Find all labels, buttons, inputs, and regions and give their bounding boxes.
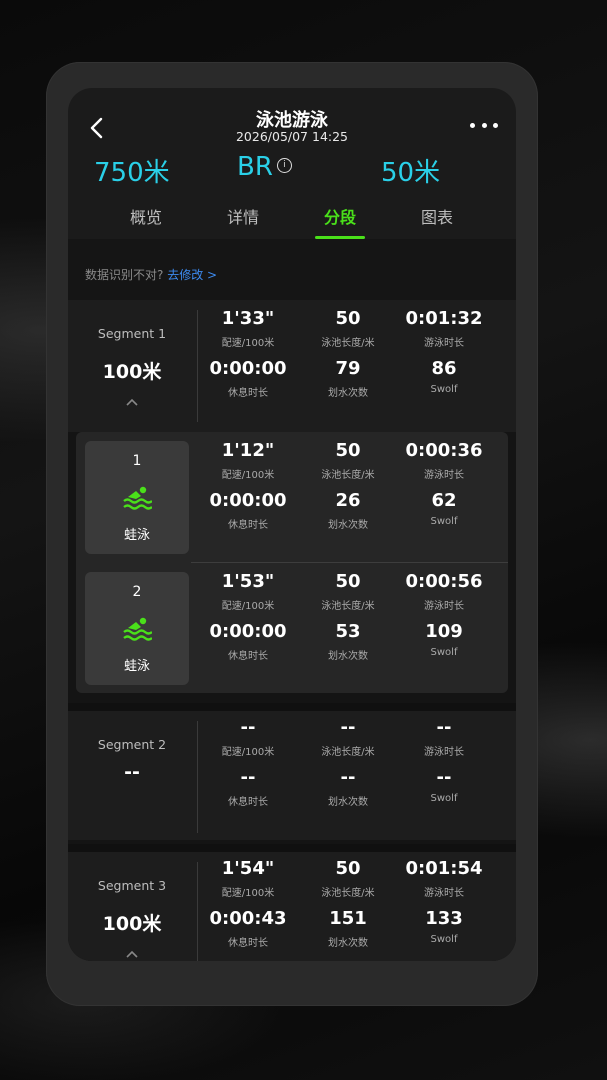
info-icon[interactable]: i xyxy=(276,158,292,173)
app-screen: 泳池游泳 2026/05/07 14:25 750米 BR i 50米 概览 详情… xyxy=(68,88,516,961)
pool-cell: -- 泳池长度/米 xyxy=(321,717,375,758)
rest-cell: 0:00:43 休息时长 xyxy=(209,908,287,949)
swim-time-cell: 0:00:36 游泳时长 xyxy=(405,440,483,481)
swolf-cell: -- Swolf xyxy=(430,767,458,804)
rest-cell: 0:00:00 休息时长 xyxy=(209,490,287,531)
swimmer-icon xyxy=(123,617,152,641)
lap-list: 1 蛙泳 1'12" 配速/100米 50 泳池长度/米 0:00:36 游泳时长 0… xyxy=(76,432,508,693)
lap-number: 1 xyxy=(132,453,142,469)
more-dots-icon[interactable] xyxy=(470,118,498,132)
data-correction-notice: 数据识别不对? 去修改 > xyxy=(68,239,516,300)
segment-name: Segment 3 xyxy=(97,878,167,893)
stroke-type-value: BR xyxy=(237,152,273,182)
lap-stroke: 蛙泳 xyxy=(123,659,150,674)
divider xyxy=(197,310,198,422)
segments-panel: 数据识别不对? 去修改 > Segment 1 100米 1'33" 配速/100… xyxy=(68,239,516,961)
rest-cell: 0:00:00 休息时长 xyxy=(209,621,287,662)
strokes-cell: 53 划水次数 xyxy=(328,621,368,662)
divider xyxy=(68,703,516,711)
pool-cell: 50 泳池长度/米 xyxy=(321,858,375,899)
lap-stroke: 蛙泳 xyxy=(123,528,150,543)
pace-cell: 1'54" 配速/100米 xyxy=(221,858,275,899)
edit-link[interactable]: 去修改 > xyxy=(167,268,217,282)
pool-length: 50米 xyxy=(381,158,441,188)
tab-segments[interactable]: 分段 xyxy=(305,204,375,239)
swim-time-cell: 0:00:56 游泳时长 xyxy=(405,571,483,612)
segment-2[interactable]: Segment 2 -- -- 配速/100米 -- 泳池长度/米 -- 游泳时长 -… xyxy=(68,711,516,840)
strokes-cell: 151 划水次数 xyxy=(328,908,368,949)
summary-stats: 750米 BR i 50米 xyxy=(68,152,516,188)
swimmer-icon xyxy=(123,486,152,510)
segment-name: Segment 1 xyxy=(97,326,167,341)
swolf-cell: 62 Swolf xyxy=(430,490,458,527)
tab-charts[interactable]: 图表 xyxy=(402,204,472,228)
pace-cell: 1'53" 配速/100米 xyxy=(221,571,275,612)
strokes-cell: 79 划水次数 xyxy=(328,358,368,399)
divider xyxy=(197,862,198,961)
pace-cell: 1'12" 配速/100米 xyxy=(221,440,275,481)
rest-cell: 0:00:00 休息时长 xyxy=(209,358,287,399)
segment-distance: 100米 xyxy=(102,913,162,935)
segment-name: Segment 2 xyxy=(97,737,167,752)
pool-cell: 50 泳池长度/米 xyxy=(321,440,375,481)
strokes-cell: 26 划水次数 xyxy=(328,490,368,531)
total-distance: 750米 xyxy=(94,158,170,188)
segment-3[interactable]: Segment 3 100米 1'54" 配速/100米 50 泳池长度/米 0:0… xyxy=(68,852,516,961)
lap-number: 2 xyxy=(132,584,142,600)
chevron-up-icon[interactable] xyxy=(125,949,139,959)
segment-distance: 100米 xyxy=(102,361,162,383)
pool-cell: 50 泳池长度/米 xyxy=(321,571,375,612)
segment-1[interactable]: Segment 1 100米 1'33" 配速/100米 50 泳池长度/米 0:0… xyxy=(68,300,516,432)
segment-distance: -- xyxy=(124,761,140,783)
lap-card: 2 蛙泳 xyxy=(85,572,189,685)
swolf-cell: 86 Swolf xyxy=(430,358,458,395)
rest-cell: -- 休息时长 xyxy=(228,767,268,808)
tab-details[interactable]: 详情 xyxy=(208,204,278,228)
workout-datetime: 2026/05/07 14:25 xyxy=(235,129,349,144)
chevron-up-icon[interactable] xyxy=(125,397,139,407)
swim-time-cell: 0:01:54 游泳时长 xyxy=(405,858,483,899)
divider xyxy=(68,844,516,852)
stroke-type: BR i xyxy=(237,152,292,182)
lap-row[interactable]: 2 蛙泳 1'53" 配速/100米 50 泳池长度/米 0:00:56 游泳时长 0… xyxy=(76,563,508,693)
strokes-cell: -- 划水次数 xyxy=(328,767,368,808)
tab-overview[interactable]: 概览 xyxy=(111,204,181,228)
swolf-cell: 133 Swolf xyxy=(425,908,463,945)
lap-card: 1 蛙泳 xyxy=(85,441,189,554)
notice-text: 数据识别不对? xyxy=(85,268,164,282)
swolf-cell: 109 Swolf xyxy=(425,621,463,658)
divider xyxy=(197,721,198,833)
swim-time-cell: -- 游泳时长 xyxy=(424,717,464,758)
swim-time-cell: 0:01:32 游泳时长 xyxy=(405,308,483,349)
pace-cell: -- 配速/100米 xyxy=(221,717,275,758)
lap-row[interactable]: 1 蛙泳 1'12" 配速/100米 50 泳池长度/米 0:00:36 游泳时长 0… xyxy=(76,432,508,562)
pace-cell: 1'33" 配速/100米 xyxy=(221,308,275,349)
tab-bar: 概览 详情 分段 图表 xyxy=(68,204,516,240)
pool-cell: 50 泳池长度/米 xyxy=(321,308,375,349)
